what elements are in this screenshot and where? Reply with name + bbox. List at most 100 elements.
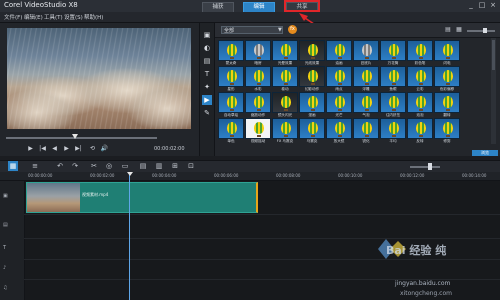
effect-thumbnail[interactable] <box>380 92 406 113</box>
effect-thumbnail[interactable] <box>434 66 460 87</box>
library-scrollbar-thumb[interactable] <box>492 40 495 70</box>
subtitle-icon[interactable]: ⊞ <box>170 161 180 171</box>
effect-thumbnail[interactable] <box>326 92 352 113</box>
timeline-zoom-slider[interactable] <box>410 166 440 168</box>
menu-file[interactable]: 文件(F) <box>4 13 22 21</box>
repeat-icon[interactable]: ⟲ <box>88 145 97 153</box>
effect-thumbnail[interactable] <box>299 66 325 87</box>
go-start-icon[interactable]: |◀ <box>38 145 47 153</box>
media-tool-icon[interactable]: ▣ <box>202 30 212 40</box>
basket-icon <box>419 83 423 85</box>
play-icon[interactable]: ▶ <box>26 145 35 153</box>
effect-thumbnail[interactable] <box>326 40 352 61</box>
effect-thumbnail[interactable] <box>434 40 460 61</box>
effect-thumbnail[interactable] <box>326 66 352 87</box>
effect-thumbnail[interactable] <box>353 92 379 113</box>
timeline-view-icon[interactable]: ≡ <box>30 161 40 171</box>
balloon-icon <box>416 122 426 134</box>
menu-help[interactable]: 帮助(H) <box>84 13 103 21</box>
effect-thumbnail[interactable] <box>245 66 271 87</box>
chevron-down-icon[interactable]: ▼ <box>278 27 282 33</box>
basket-icon <box>284 83 288 85</box>
effect-thumbnail[interactable] <box>272 118 298 139</box>
gallery-dropdown[interactable]: 全部 <box>221 26 283 34</box>
volume-icon[interactable]: 🔊 <box>100 145 109 153</box>
effect-thumbnail[interactable] <box>407 118 433 139</box>
minimize-button[interactable]: _ <box>466 1 476 10</box>
timeline-ruler[interactable] <box>0 172 500 181</box>
list-view-icon[interactable]: ▤ <box>444 26 452 33</box>
thumbnail-size-handle[interactable] <box>483 28 487 33</box>
effect-thumbnail[interactable] <box>299 92 325 113</box>
basket-icon <box>365 83 369 85</box>
basket-icon <box>257 83 261 85</box>
effect-thumbnail[interactable] <box>272 92 298 113</box>
thumbnail-view-icon[interactable]: ▦ <box>455 26 463 33</box>
effect-thumbnail[interactable] <box>380 40 406 61</box>
menu-edit[interactable]: 编辑(E) <box>24 13 43 21</box>
prev-frame-icon[interactable]: ◀ <box>50 145 59 153</box>
effect-thumbnail[interactable] <box>245 40 271 61</box>
effect-thumbnail[interactable] <box>218 66 244 87</box>
storyboard-view-icon[interactable]: ▦ <box>8 161 18 171</box>
effect-thumbnail[interactable] <box>407 92 433 113</box>
effect-thumbnail[interactable] <box>380 118 406 139</box>
thumbnail-size-slider[interactable] <box>467 30 495 32</box>
effect-thumbnail[interactable] <box>218 40 244 61</box>
effect-thumbnail[interactable] <box>380 66 406 87</box>
video-preview[interactable] <box>7 28 191 129</box>
record-icon[interactable]: ◎ <box>104 161 114 171</box>
effect-thumbnail[interactable] <box>272 66 298 87</box>
clip-name: 视频素材.mp4 <box>82 192 109 197</box>
balloon-icon <box>362 70 372 82</box>
video-track-icon[interactable]: ▣ <box>3 193 8 199</box>
motion-tracking-icon[interactable]: ▥ <box>154 161 164 171</box>
preview-scrubber[interactable] <box>6 137 157 139</box>
effect-thumbnail[interactable] <box>218 92 244 113</box>
effect-thumbnail[interactable] <box>434 118 460 139</box>
effect-thumbnail[interactable] <box>245 92 271 113</box>
effect-thumbnail[interactable] <box>407 40 433 61</box>
title-track-icon[interactable]: T <box>3 245 6 251</box>
maximize-button[interactable]: □ <box>477 1 487 10</box>
transition-icon[interactable]: ▤ <box>202 56 212 66</box>
effect-thumbnail[interactable] <box>272 40 298 61</box>
effect-thumbnail[interactable] <box>353 118 379 139</box>
menu-settings[interactable]: 设置(S) <box>64 13 83 21</box>
effect-thumbnail[interactable] <box>407 66 433 87</box>
voice-track-icon[interactable]: ♪ <box>3 265 6 271</box>
overlay-track-icon[interactable]: ▤ <box>3 222 8 228</box>
title-icon[interactable]: T <box>202 69 212 79</box>
effect-thumbnail[interactable] <box>326 118 352 139</box>
undo-icon[interactable]: ↶ <box>55 161 65 171</box>
timecode-display[interactable]: 00:00:02:00 <box>154 146 185 152</box>
menu-tools[interactable]: 工具(T) <box>44 13 63 21</box>
effect-thumbnail[interactable] <box>299 118 325 139</box>
effect-thumbnail[interactable] <box>353 66 379 87</box>
playhead[interactable] <box>129 172 130 300</box>
effect-thumbnail[interactable] <box>299 40 325 61</box>
effect-thumbnail[interactable] <box>353 40 379 61</box>
next-frame-icon[interactable]: ▶ <box>62 145 71 153</box>
effect-thumbnail[interactable] <box>245 118 271 139</box>
filter-icon[interactable]: ▶ <box>202 95 212 105</box>
browse-button[interactable]: 浏览 <box>472 150 498 156</box>
scrubber-handle[interactable] <box>72 134 78 139</box>
playhead-handle[interactable] <box>127 172 133 176</box>
mixer-icon[interactable]: ▭ <box>120 161 130 171</box>
timeline-zoom-handle[interactable] <box>428 163 432 170</box>
effect-thumbnail[interactable] <box>218 118 244 139</box>
path-icon[interactable]: ✎ <box>202 108 212 118</box>
auto-music-icon[interactable]: ▤ <box>138 161 148 171</box>
fx-icon[interactable]: fx <box>288 25 297 34</box>
go-end-icon[interactable]: ▶| <box>74 145 83 153</box>
graphic-icon[interactable]: ✦ <box>202 82 212 92</box>
close-button[interactable]: × <box>488 1 498 10</box>
split-icon[interactable]: ✂ <box>89 161 99 171</box>
music-track-icon[interactable]: ♫ <box>3 285 7 291</box>
redo-icon[interactable]: ↷ <box>70 161 80 171</box>
instant-project-icon[interactable]: ◐ <box>202 43 212 53</box>
multi-camera-icon[interactable]: ⊡ <box>186 161 196 171</box>
effect-thumbnail[interactable] <box>434 92 460 113</box>
basket-icon <box>311 57 315 59</box>
